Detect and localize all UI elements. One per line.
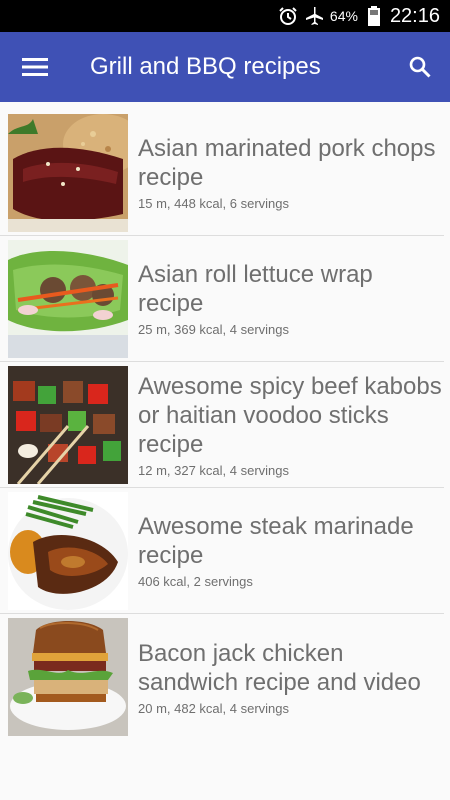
recipe-title: Asian roll lettuce wrap recipe <box>138 261 373 317</box>
recipe-meta: 12 m, 327 kcal, 4 servings <box>138 462 290 478</box>
recipe-title: Asian marinated pork chops recipe <box>138 135 436 191</box>
recipe-meta: 15 m, 448 kcal, 6 servings <box>138 196 290 211</box>
battery-icon <box>364 6 384 26</box>
recipe-meta: 406 kcal, 2 servings <box>138 574 253 589</box>
recipe-thumbnail <box>8 618 128 736</box>
app-bar: Grill and BBQ recipes <box>0 32 450 102</box>
recipe-meta: 20 m, 482 kcal, 4 servings <box>138 700 290 716</box>
recipe-title: Awesome steak marinade recipe <box>138 513 414 569</box>
page-title: Grill and BBQ recipes <box>90 53 321 80</box>
recipe-list: Asian marinated pork chops recipe 15 m, … <box>0 102 450 740</box>
recipe-thumbnail <box>8 114 128 232</box>
list-item[interactable]: Awesome steak marinade recipe 406 kcal, … <box>0 488 444 614</box>
recipe-title: Awesome spicy beef kabobs or haitian voo… <box>138 372 442 458</box>
battery-percentage: 64% <box>329 8 358 24</box>
clock: 22:16 <box>389 4 440 27</box>
alarm-icon <box>278 6 298 26</box>
list-item[interactable]: Asian marinated pork chops recipe 15 m, … <box>0 110 444 236</box>
recipe-thumbnail <box>8 240 128 358</box>
airplane-mode-icon <box>304 6 324 26</box>
recipe-thumbnail <box>8 492 128 610</box>
list-item[interactable]: Asian roll lettuce wrap recipe 25 m, 369… <box>0 236 444 362</box>
search-icon <box>409 56 431 78</box>
recipe-thumbnail <box>8 366 128 484</box>
list-item[interactable]: Bacon jack chicken sandwich recipe and v… <box>0 614 444 740</box>
recipe-title: Bacon jack chicken sandwich recipe and v… <box>138 639 421 696</box>
hamburger-menu-button[interactable] <box>0 32 70 102</box>
list-item[interactable]: Awesome spicy beef kabobs or haitian voo… <box>0 362 444 488</box>
status-bar: 64% 22:16 <box>0 0 450 32</box>
recipe-meta: 25 m, 369 kcal, 4 servings <box>138 322 290 337</box>
search-button[interactable] <box>398 45 442 89</box>
hamburger-menu-icon <box>22 58 48 76</box>
